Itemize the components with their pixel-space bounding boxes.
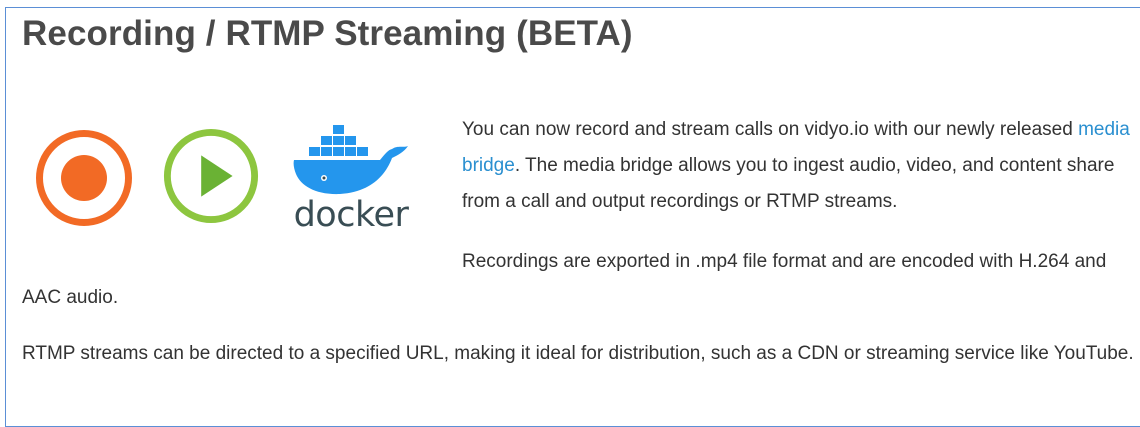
rtmp-paragraph: RTMP streams can be directed to a specif… bbox=[22, 343, 1134, 364]
docker-logo: docker bbox=[294, 125, 410, 232]
record-icon bbox=[36, 130, 132, 226]
recordings-paragraph: Recordings are exported in .mp4 file for… bbox=[22, 244, 1137, 316]
intro-paragraph: You can now record and stream calls on v… bbox=[462, 112, 1137, 220]
intro-text-continued: . The media bridge allows you to ingest … bbox=[462, 155, 1115, 212]
feature-icons: docker bbox=[34, 120, 454, 240]
page-title: Recording / RTMP Streaming (BETA) bbox=[22, 14, 633, 53]
docker-wordmark: docker bbox=[294, 195, 410, 232]
play-icon bbox=[163, 128, 259, 224]
recordings-text: Recordings are exported in .mp4 file for… bbox=[22, 251, 1107, 308]
intro-text: You can now record and stream calls on v… bbox=[462, 119, 1079, 140]
